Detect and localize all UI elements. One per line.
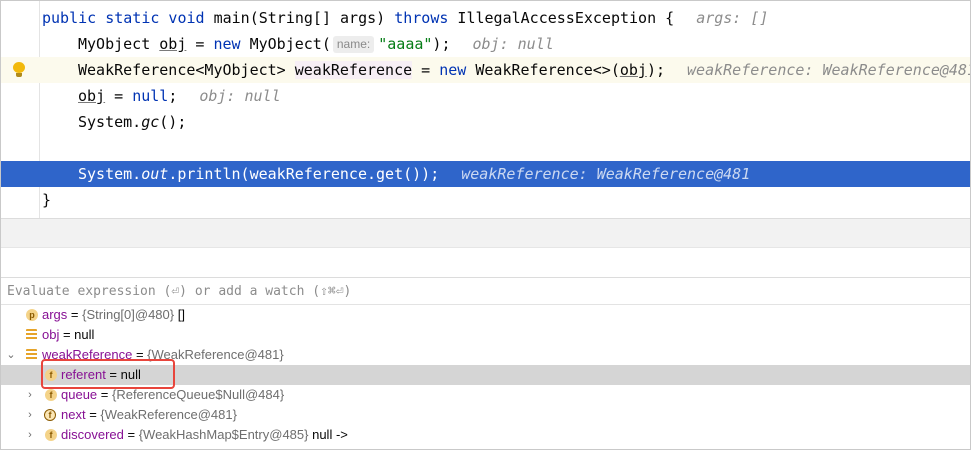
variable-row-next[interactable]: › f next = {WeakReference@481}: [1, 405, 970, 425]
variable-type: {String[0]@480}: [82, 307, 175, 322]
code-line-3[interactable]: WeakReference<MyObject> weakReference = …: [1, 57, 970, 83]
argument: obj: [619, 61, 647, 79]
variable-name: next: [61, 407, 86, 422]
variable-extra: null ->: [308, 427, 348, 442]
inline-value-hint: args: []: [696, 9, 769, 27]
variable-type: {ReferenceQueue$Null@484}: [111, 387, 285, 402]
operator: =: [105, 87, 133, 105]
variable-name: obj: [159, 35, 187, 53]
keyword: throws: [394, 9, 449, 27]
field-icon: f: [45, 389, 57, 401]
statement-end: );: [432, 35, 451, 53]
keyword: null: [132, 87, 169, 105]
code-line-6[interactable]: [1, 135, 970, 161]
local-variable-icon: [26, 349, 37, 360]
constructor-call: WeakReference<>(: [466, 61, 620, 79]
chevron-down-icon[interactable]: ⌄: [5, 345, 17, 365]
class-ref: System.: [78, 113, 142, 131]
keyword: new: [213, 35, 241, 53]
debugger-window: public static void main(String[] args) t…: [0, 0, 971, 450]
variable-name: args: [42, 307, 68, 322]
lightbulb-icon[interactable]: [12, 62, 26, 78]
statement-end: ();: [159, 113, 187, 131]
statement-end: );: [646, 61, 666, 79]
variable-type: {WeakHashMap$Entry@485}: [138, 427, 309, 442]
method-signature: main(String[] args): [204, 9, 395, 27]
static-method: gc: [141, 113, 160, 131]
variable-value: =: [97, 387, 112, 402]
exception-type: IllegalAccessException {: [448, 9, 675, 27]
closing-brace: }: [42, 191, 52, 209]
static-field: out: [141, 165, 169, 183]
method-call: .println(weakReference.get());: [168, 165, 440, 183]
variable-name: weakReference: [294, 61, 413, 79]
variable-value: =: [123, 427, 139, 442]
keyword: public static void: [42, 9, 205, 27]
chevron-right-icon[interactable]: ›: [24, 385, 36, 405]
keyword: new: [439, 61, 467, 79]
constructor-call: MyObject(: [240, 35, 331, 53]
operator: =: [186, 35, 214, 53]
type-name: WeakReference<MyObject>: [78, 61, 295, 79]
class-ref: System.: [78, 165, 142, 183]
variable-value: =: [85, 407, 101, 422]
variable-name: queue: [61, 387, 98, 402]
annotation-highlight-box: [41, 359, 175, 389]
chevron-right-icon[interactable]: ›: [24, 405, 36, 425]
chevron-right-icon[interactable]: ›: [24, 425, 36, 445]
variable-extra: []: [174, 307, 185, 322]
variable-type: {WeakReference@481}: [100, 407, 237, 422]
statement-end: ;: [168, 87, 178, 105]
variable-name: obj: [78, 87, 106, 105]
inline-value-hint: obj: null: [472, 35, 554, 53]
field-icon: f: [45, 429, 57, 441]
type-name: MyObject: [78, 35, 160, 53]
code-line-8[interactable]: }: [1, 187, 970, 213]
variable-value: =: [67, 307, 83, 322]
inline-value-hint: obj: null: [199, 87, 281, 105]
evaluate-expression-input[interactable]: [7, 279, 907, 303]
variable-row-obj[interactable]: obj = null: [1, 325, 970, 345]
evaluate-bar: [1, 277, 970, 305]
inline-value-hint: weakReference: WeakReference@481: [461, 165, 751, 183]
variable-value: = null: [59, 327, 95, 342]
string-literal: "aaaa": [378, 35, 433, 53]
final-field-icon: f: [44, 409, 56, 421]
inline-value-hint: weakReference: WeakReference@481: [687, 61, 970, 79]
code-editor[interactable]: public static void main(String[] args) t…: [1, 1, 970, 218]
operator: =: [412, 61, 440, 79]
variable-row-discovered[interactable]: › f discovered = {WeakHashMap$Entry@485}…: [1, 425, 970, 445]
code-line-7-current[interactable]: System.out.println(weakReference.get());…: [1, 161, 970, 187]
local-variable-icon: [26, 329, 37, 340]
editor-bottom-strip: [1, 218, 970, 248]
code-line-4[interactable]: obj = null; obj: null: [1, 83, 970, 109]
variable-name: obj: [42, 327, 60, 342]
parameter-hint: name:: [332, 36, 375, 53]
parameter-icon: p: [26, 309, 38, 321]
code-line-1[interactable]: public static void main(String[] args) t…: [1, 5, 970, 31]
code-line-5[interactable]: System.gc();: [1, 109, 970, 135]
variable-row-args[interactable]: p args = {String[0]@480} []: [1, 305, 970, 325]
variable-name: discovered: [61, 427, 124, 442]
code-line-2[interactable]: MyObject obj = new MyObject(name: "aaaa")…: [1, 31, 970, 57]
